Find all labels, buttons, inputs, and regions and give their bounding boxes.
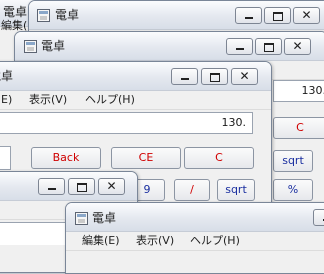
title-bar[interactable]: 電卓 ✕ xyxy=(29,1,324,30)
divide-button[interactable]: / xyxy=(174,179,210,201)
menu-edit[interactable]: 編集(E) xyxy=(82,234,120,248)
sqrt-label: sqrt xyxy=(282,154,304,167)
sqrt-label: sqrt xyxy=(225,183,247,196)
close-button[interactable]: ✕ xyxy=(98,178,125,195)
minimize-button[interactable] xyxy=(226,38,253,55)
ce-label: CE xyxy=(139,151,154,164)
calculator-icon xyxy=(75,212,88,225)
minimize-button[interactable] xyxy=(171,68,198,85)
menu-bar: 編集(E) 表示(V) ヘルプ(H) xyxy=(66,232,324,251)
minimize-icon xyxy=(227,39,252,54)
menu-edit[interactable]: E) xyxy=(1,93,12,107)
window-title: 電卓 xyxy=(0,68,13,84)
close-button[interactable]: ✕ xyxy=(284,38,311,55)
c-button[interactable]: C xyxy=(273,117,324,139)
percent-button[interactable]: % xyxy=(273,179,313,201)
maximize-icon xyxy=(265,8,290,23)
maximize-button[interactable] xyxy=(264,7,291,24)
title-bar[interactable]: 電卓 ✕ xyxy=(0,62,271,91)
window-title: 電卓 xyxy=(41,38,65,54)
minimize-icon xyxy=(172,69,197,84)
display-value: 130. xyxy=(222,116,247,129)
close-icon: ✕ xyxy=(285,39,310,54)
calculator-icon xyxy=(37,9,50,22)
minimize-button[interactable] xyxy=(235,7,262,24)
maximize-icon xyxy=(69,179,94,194)
window-title: 電卓 xyxy=(92,210,116,226)
menu-help[interactable]: ヘルプ(H) xyxy=(190,234,240,248)
close-icon: ✕ xyxy=(232,69,257,84)
menu-bar: E) 表示(V) ヘルプ(H) xyxy=(0,91,271,110)
title-bar[interactable]: 電卓 xyxy=(66,203,324,232)
close-icon: ✕ xyxy=(99,179,124,194)
close-button[interactable]: ✕ xyxy=(231,68,258,85)
c-button[interactable]: C xyxy=(184,147,254,169)
calculator-window-f: 電卓 編集(E) 表示(V) ヘルプ(H) xyxy=(65,202,324,274)
c-label: C xyxy=(215,151,223,164)
back-button[interactable]: Back xyxy=(31,147,101,169)
title-bar[interactable]: ✕ xyxy=(0,172,137,201)
window-title: 電卓 xyxy=(55,7,79,23)
sqrt-button[interactable]: sqrt xyxy=(217,179,255,201)
maximize-button[interactable] xyxy=(68,178,95,195)
minimize-icon xyxy=(314,210,324,225)
title-bar[interactable]: 電卓 ✕ xyxy=(15,32,324,61)
calculator-icon xyxy=(24,40,37,53)
display-value: 130. xyxy=(302,84,324,97)
maximize-icon xyxy=(256,39,281,54)
display: 130. xyxy=(273,80,324,102)
sqrt-button[interactable]: sqrt xyxy=(273,150,313,172)
minimize-icon xyxy=(39,179,64,194)
ce-button[interactable]: CE xyxy=(111,147,181,169)
close-button[interactable]: ✕ xyxy=(293,7,320,24)
menu-help[interactable]: ヘルプ(H) xyxy=(85,93,135,107)
memory-indicator xyxy=(0,146,11,170)
minimize-button[interactable] xyxy=(38,178,65,195)
divide-label: / xyxy=(190,183,194,196)
minimize-button[interactable] xyxy=(313,209,324,226)
maximize-icon xyxy=(202,69,227,84)
c-label: C xyxy=(296,121,304,134)
minimize-icon xyxy=(236,8,261,23)
menu-view[interactable]: 表示(V) xyxy=(136,234,174,248)
nine-label: 9 xyxy=(144,183,151,196)
menu-view[interactable]: 表示(V) xyxy=(29,93,67,107)
percent-label: % xyxy=(288,183,298,196)
display: 130. xyxy=(0,112,253,134)
maximize-button[interactable] xyxy=(255,38,282,55)
close-icon: ✕ xyxy=(294,8,319,23)
maximize-button[interactable] xyxy=(201,68,228,85)
back-label: Back xyxy=(53,151,80,164)
